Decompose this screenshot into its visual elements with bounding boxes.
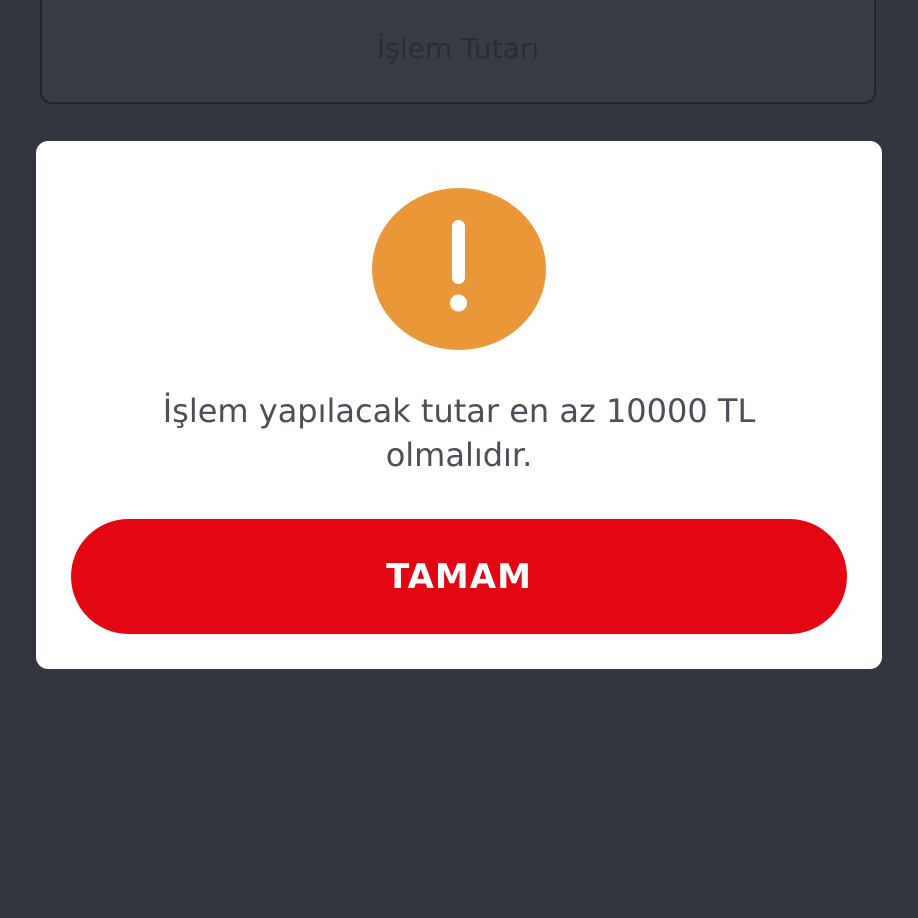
warning-icon bbox=[372, 188, 546, 350]
ok-button[interactable]: TAMAM bbox=[71, 519, 847, 634]
exclamation-icon bbox=[450, 220, 467, 312]
amount-field-label: İşlem Tutarı bbox=[376, 32, 540, 65]
alert-dialog: İşlem yapılacak tutar en az 10000 TL olm… bbox=[36, 141, 882, 669]
alert-message-line-2: olmalıdır. bbox=[385, 436, 533, 474]
amount-field-card: İşlem Tutarı bbox=[40, 0, 876, 104]
alert-message-line-1: İşlem yapılacak tutar en az 10000 TL bbox=[162, 392, 756, 430]
alert-message: İşlem yapılacak tutar en az 10000 TL olm… bbox=[76, 389, 842, 477]
